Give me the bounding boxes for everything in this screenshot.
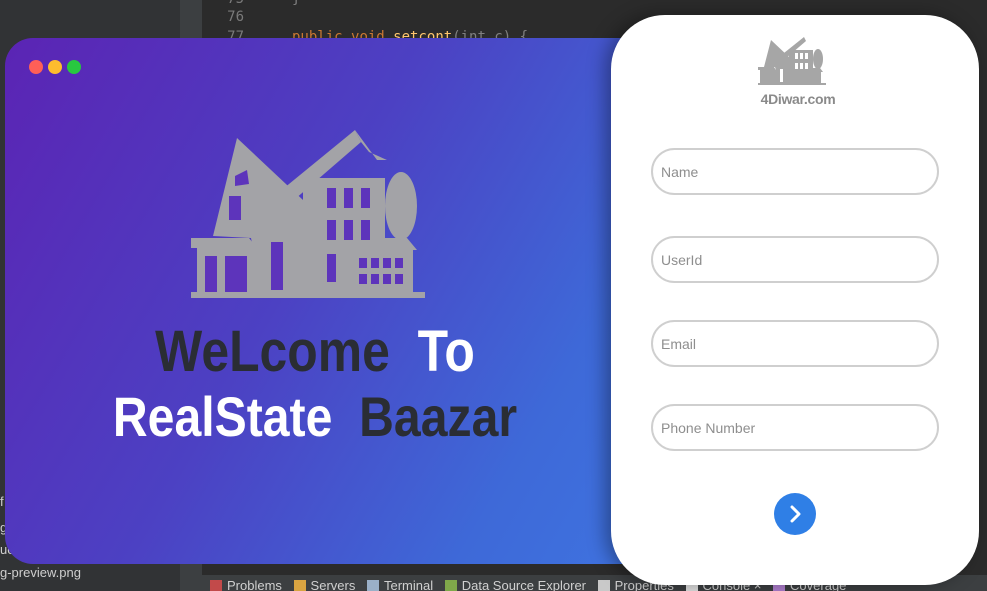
welcome-word: WeLcome — [155, 319, 390, 384]
baazar-word: Baazar — [359, 385, 518, 448]
name-input[interactable] — [651, 148, 939, 195]
tab-problems[interactable]: Problems — [210, 575, 282, 591]
house-logo-icon — [191, 130, 425, 298]
brand-house-logo-icon — [758, 37, 826, 85]
code-line: 75} — [202, 0, 300, 8]
window-maximize-button[interactable] — [67, 60, 81, 74]
phone-number-input[interactable] — [651, 404, 939, 451]
submit-button[interactable] — [774, 493, 816, 535]
email-input[interactable] — [651, 320, 939, 367]
registration-form-card: 4Diwar.com — [611, 15, 979, 585]
tab-terminal[interactable]: Terminal — [366, 575, 433, 591]
to-word: To — [417, 319, 475, 384]
ide-explorer-item[interactable]: g-preview.png — [0, 565, 81, 580]
chevron-right-icon — [790, 505, 801, 523]
userid-input[interactable] — [651, 236, 939, 283]
welcome-heading: WeLcome To — [48, 318, 581, 385]
realstate-word: RealState — [112, 385, 333, 448]
window-minimize-button[interactable] — [48, 60, 62, 74]
brand-name: 4Diwar.com — [760, 91, 836, 107]
brand-heading: RealState Baazar — [48, 384, 581, 449]
data-source-icon — [444, 580, 457, 591]
tab-servers[interactable]: Servers — [293, 575, 355, 591]
window-close-button[interactable] — [29, 60, 43, 74]
code-line: 76 — [227, 9, 244, 25]
terminal-icon — [366, 580, 379, 591]
servers-icon — [293, 580, 306, 591]
tab-data-source-explorer[interactable]: Data Source Explorer — [444, 575, 586, 591]
properties-icon — [597, 580, 610, 591]
problems-icon — [210, 580, 222, 591]
ide-explorer-item[interactable]: f — [0, 494, 4, 509]
welcome-panel: WeLcome To RealState Baazar — [5, 38, 645, 564]
